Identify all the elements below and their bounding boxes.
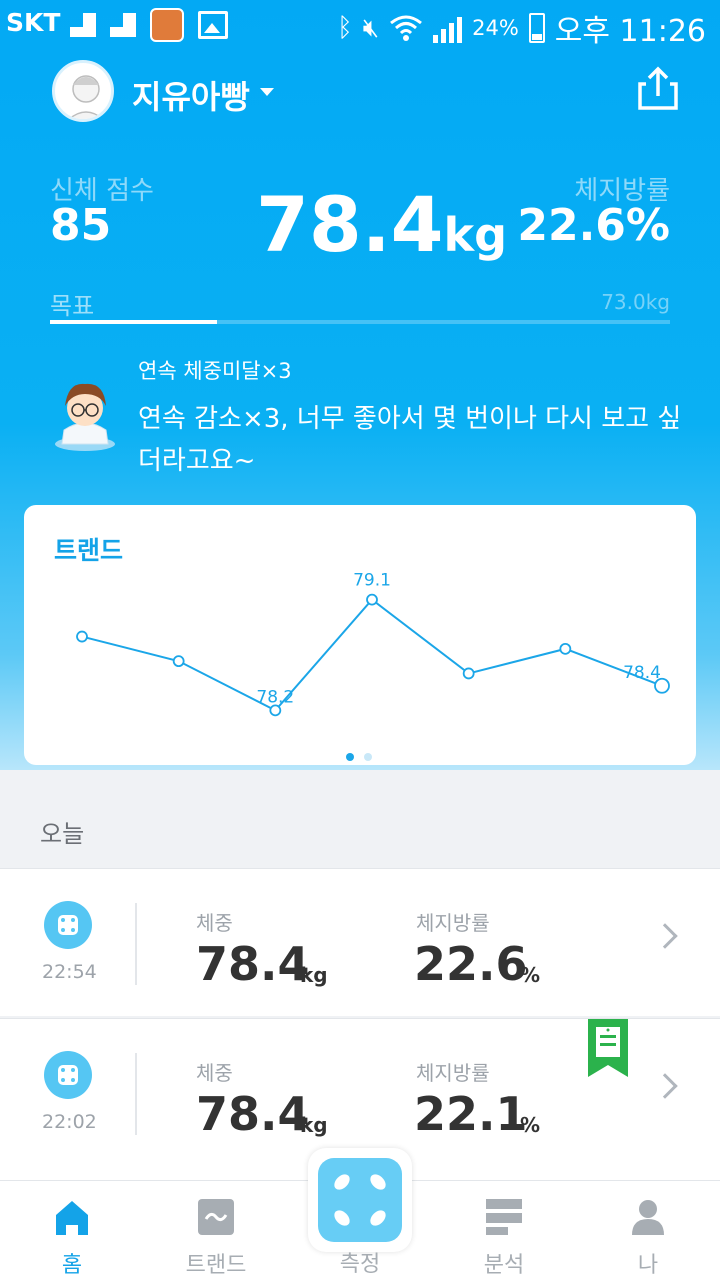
nav-me[interactable]: 나 — [576, 1181, 720, 1280]
carrier-label: SKT — [6, 8, 61, 37]
trend-chart: 78.2 79.1 78.4 — [76, 571, 670, 717]
nav-home-label: 홈 — [61, 1253, 83, 1278]
system-icons: ᛒ 🔇︎ 24% 오후 11:26 — [337, 6, 706, 50]
record-fat-unit: % — [520, 1113, 541, 1137]
record-fat-label: 체지방률 — [416, 911, 490, 935]
scale-icon — [44, 901, 92, 949]
trend-series-line — [81, 598, 663, 712]
nav-trend-label: 트랜드 — [185, 1253, 247, 1278]
analysis-icon — [486, 1199, 522, 1235]
record-time: 22:54 — [42, 961, 97, 983]
stairs-icon — [70, 13, 96, 37]
record-weight-value: 78.4 — [196, 937, 310, 991]
trend-point[interactable] — [366, 593, 378, 606]
today-label: 오늘 — [40, 820, 85, 848]
app-notification-icon — [150, 8, 184, 42]
gallery-icon — [198, 11, 228, 39]
share-icon[interactable] — [636, 66, 680, 112]
trend-card[interactable]: 트랜드 78.2 79.1 78.4 — [24, 505, 696, 765]
notification-icons — [70, 8, 228, 42]
trend-data-label: 78.2 — [256, 687, 294, 707]
trend-icon — [198, 1199, 234, 1235]
weight-readout: 78.4kg — [256, 180, 507, 269]
carousel-dot[interactable] — [346, 753, 354, 761]
divider — [135, 1053, 137, 1135]
record-weight-label: 체중 — [196, 911, 233, 935]
medal-message: 연속 감소×3, 너무 좋아서 몇 번이나 다시 보고 싶더라고요~ — [138, 404, 682, 476]
trend-point[interactable] — [559, 642, 572, 655]
chevron-right-icon[interactable] — [652, 1073, 678, 1099]
battery-percent: 24% — [472, 16, 519, 40]
signal-icon — [433, 13, 463, 43]
home-icon — [56, 1201, 88, 1235]
trend-point[interactable] — [462, 667, 475, 680]
trend-data-label: 78.4 — [623, 663, 661, 683]
medal-badge-icon — [588, 1019, 628, 1077]
goal-progress-fill — [50, 320, 218, 324]
record-weight-unit: kg — [300, 963, 328, 987]
trend-point[interactable] — [172, 655, 185, 668]
weight-value: 78.4 — [256, 180, 444, 269]
body-score-value: 85 — [50, 200, 112, 251]
nav-trend[interactable]: 트랜드 — [144, 1181, 288, 1280]
goal-progress-bar — [50, 320, 670, 324]
status-bar: SKT ᛒ 🔇︎ 24% 오후 11:26 — [0, 0, 720, 50]
mascot-icon — [55, 383, 115, 451]
chevron-down-icon[interactable] — [260, 88, 274, 96]
record-fat-label: 체지방률 — [416, 1061, 490, 1085]
nav-analysis[interactable]: 분석 — [432, 1181, 576, 1280]
trend-point[interactable] — [76, 630, 88, 643]
nav-home[interactable]: 홈 — [0, 1181, 144, 1280]
battery-icon — [528, 13, 545, 43]
trend-data-label: 79.1 — [353, 571, 391, 591]
nav-analysis-label: 분석 — [483, 1253, 525, 1278]
mute-icon: 🔇︎ — [362, 13, 380, 43]
record-weight-unit: kg — [300, 1113, 328, 1137]
measure-button[interactable] — [308, 1148, 412, 1252]
scale-icon — [44, 1051, 92, 1099]
avatar[interactable] — [52, 60, 114, 122]
medal-title: 연속 체중미달×3 — [138, 359, 292, 383]
record-weight-value: 78.4 — [196, 1087, 310, 1141]
today-section: 오늘 — [0, 770, 720, 868]
goal-value: 73.0kg — [601, 290, 670, 314]
nav-me-label: 나 — [637, 1253, 659, 1278]
stairs-icon — [110, 13, 136, 37]
carousel-dots — [346, 753, 372, 761]
bluetooth-icon: ᛒ — [337, 13, 353, 43]
weight-unit: kg — [443, 208, 508, 262]
goal-label: 목표 — [50, 292, 95, 320]
scale-icon — [318, 1158, 402, 1242]
carousel-dot[interactable] — [364, 753, 372, 761]
divider — [135, 903, 137, 985]
profile-name[interactable]: 지유아빵 — [132, 72, 250, 118]
wifi-icon — [390, 15, 423, 41]
record-row[interactable]: 22:54 체중 78.4 kg 체지방률 22.6 % — [0, 868, 720, 1016]
record-time: 22:02 — [42, 1111, 97, 1133]
record-fat-unit: % — [520, 963, 541, 987]
clock: 오후 11:26 — [554, 14, 706, 49]
person-icon — [632, 1200, 664, 1235]
record-fat-value: 22.1 — [414, 1087, 528, 1141]
record-weight-label: 체중 — [196, 1061, 233, 1085]
nav-measure-label: 측정 — [339, 1252, 381, 1277]
chevron-right-icon[interactable] — [652, 923, 678, 949]
record-fat-value: 22.6 — [414, 937, 528, 991]
body-fat-value: 22.6% — [517, 200, 670, 251]
